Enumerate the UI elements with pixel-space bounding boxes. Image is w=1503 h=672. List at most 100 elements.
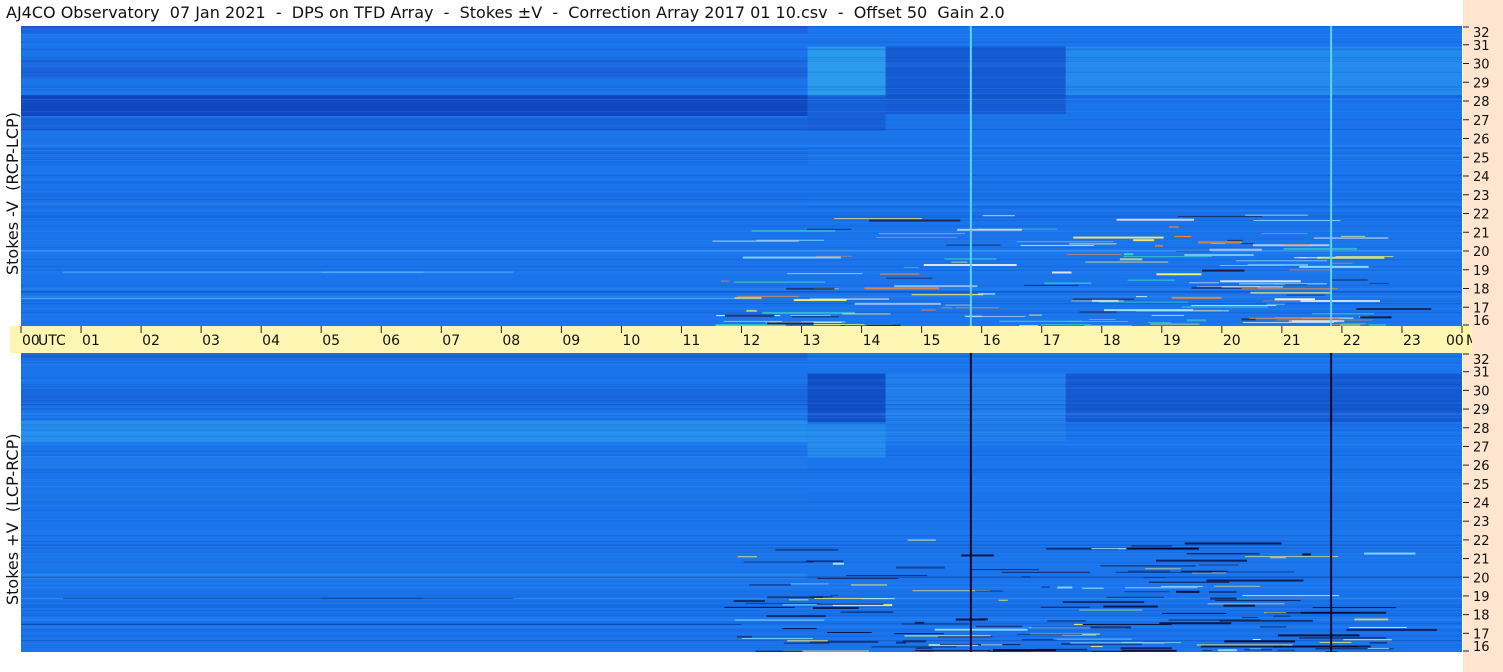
frequency-band [21,95,808,116]
noise-line [21,182,1462,184]
rfi-streak [1103,605,1158,608]
rfi-streak [869,219,961,222]
noise-line [21,557,1462,559]
noise-line [21,202,1462,204]
frequency-tick-label: 30 [1473,384,1490,399]
rfi-streak [914,649,991,651]
rfi-streak [832,562,845,565]
frequency-band [21,386,808,406]
rfi-streak [871,646,957,648]
noise-line [21,379,1462,381]
rfi-streak [1294,257,1321,259]
rfi-streak [741,638,813,640]
noise-line [21,238,1462,240]
noise-line [21,431,1462,433]
rfi-streak [878,233,966,235]
rfi-streak [1155,559,1248,562]
noise-line [21,310,1462,312]
rfi-streak [1090,646,1103,648]
frequency-tick-label: 21 [1473,553,1490,568]
rfi-streak [946,244,1001,246]
rfi-streak [1283,247,1358,250]
faint-line [321,271,514,273]
time-tick-label: 11 [682,333,700,349]
time-tick-label: 12 [743,333,761,349]
rfi-streak [1354,618,1389,621]
rfi-streak [1259,626,1287,628]
rfi-streak [1151,314,1185,316]
rfi-streak [1299,636,1387,639]
frequency-tick-label: 19 [1473,264,1490,279]
rfi-streak [955,307,999,309]
noise-line [21,33,1462,35]
rfi-streak [790,583,829,585]
time-tick-label: 01 [82,333,100,349]
noise-line [21,259,1462,261]
rfi-streak [755,650,803,652]
rfi-streak [1022,639,1057,641]
noise-line [21,608,1462,610]
rfi-streak [1123,256,1212,258]
rfi-streak [1069,243,1117,245]
noise-line [21,546,1462,548]
frequency-tick-label: 29 [1473,403,1490,418]
frequency-unit-label: MHz [1466,333,1472,349]
rfi-streak [1277,649,1295,651]
rfi-streak [1207,603,1285,605]
rfi-streak [992,649,1057,652]
rfi-streak [1085,261,1169,263]
spectrogram-bottom-plot [21,353,1462,652]
rfi-streak [1131,545,1172,547]
rfi-streak [1213,585,1261,587]
noise-line [21,26,1462,28]
rfi-streak [1047,620,1086,622]
noise-line [21,148,1462,150]
rfi-streak [879,273,920,275]
rfi-streak [1241,288,1338,290]
noise-line [21,582,1462,584]
noise-line [21,501,1462,503]
noise-line [21,89,1462,91]
frequency-tick-label: 16 [1473,640,1490,652]
noise-line [21,436,1462,438]
rfi-streak [1079,311,1117,313]
rfi-streak [1174,236,1192,238]
noise-line [21,160,1462,162]
rfi-streak [1116,218,1194,221]
time-unit-label: UTC [38,333,66,349]
rfi-streak [957,228,1022,231]
heatmap-block [1065,46,1462,96]
noise-line [21,232,1462,234]
noise-line [21,203,1462,205]
rfi-streak [1245,214,1308,216]
noise-line [21,471,1462,473]
rfi-streak [1360,316,1392,319]
noise-line [21,377,1462,379]
rfi-streak [876,237,958,239]
rfi-streak [1206,579,1304,582]
noise-line [21,303,1462,305]
rfi-streak [1253,220,1341,222]
rfi-streak [1283,244,1310,246]
rfi-streak [1250,291,1331,294]
rfi-streak [721,280,730,282]
heatmap-block [885,46,1066,115]
rfi-streak [724,314,775,317]
frequency-tick-label: 30 [1473,58,1490,73]
noise-line [21,272,1462,274]
rfi-streak [1090,626,1132,629]
noise-line [21,400,1462,402]
frequency-tick-label: 23 [1473,515,1490,530]
time-axis: 00 01 02 03 04 05 06 07 08 09 10 11 12 13 14 15 16 17 18 19… [10,326,1472,353]
rfi-streak [1266,303,1285,305]
rfi-streak [1317,256,1385,259]
rfi-streak [965,316,1026,318]
noise-line [21,490,1462,492]
noise-line [21,547,1462,549]
time-tick-label: 21 [1283,333,1301,349]
noise-line [21,269,1462,271]
rfi-streak [827,632,872,634]
noise-line [21,313,1462,315]
rfi-streak [1186,319,1207,322]
time-tick-label: 06 [382,333,400,349]
